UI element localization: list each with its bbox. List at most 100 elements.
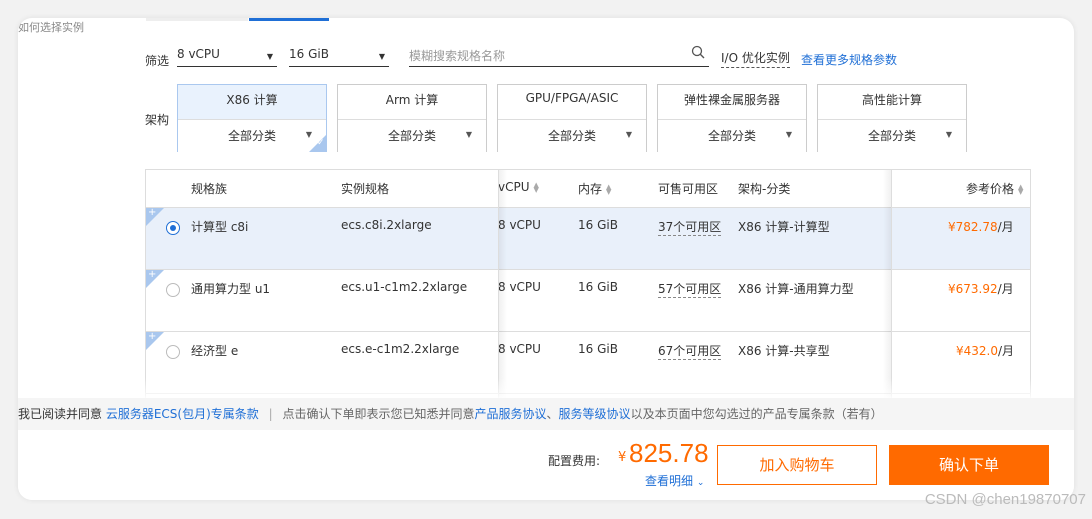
confirm-order-button[interactable]: 确认下单 bbox=[889, 445, 1049, 485]
caret-down-icon: ▼ bbox=[945, 130, 952, 139]
arch-option-title: GPU/FPGA/ASIC bbox=[525, 91, 619, 105]
selected-check-icon bbox=[309, 134, 327, 152]
row-radio[interactable] bbox=[166, 283, 180, 297]
ecs-terms-link[interactable]: 云服务器ECS(包月)专属条款 bbox=[106, 407, 259, 421]
currency-symbol: ¥ bbox=[618, 450, 627, 465]
arch-subcategory-value: 全部分类 bbox=[547, 129, 596, 143]
add-to-cart-button[interactable]: 加入购物车 bbox=[717, 445, 877, 485]
expand-plus-icon[interactable] bbox=[146, 331, 164, 350]
sla-link[interactable]: 服务等级协议 bbox=[559, 407, 631, 421]
cell-memory: 16 GiB bbox=[578, 342, 618, 356]
chevron-down-icon: ⌄ bbox=[696, 478, 705, 488]
cell-spec: ecs.u1-c1m2.2xlarge bbox=[341, 280, 468, 294]
header-spec: 实例规格 bbox=[341, 182, 390, 196]
table-row[interactable]: 计算型 c8i ecs.c8i.2xlarge 8 vCPU 16 GiB 37… bbox=[146, 207, 1030, 269]
cell-family: 通用算力型 u1 bbox=[191, 282, 271, 296]
cell-price-unit: /月 bbox=[998, 344, 1015, 358]
cell-zones[interactable]: 37个可用区 bbox=[658, 218, 722, 236]
agreement-comma: 、 bbox=[546, 407, 559, 421]
price-column-divider bbox=[891, 170, 892, 399]
cell-family: 计算型 c8i bbox=[191, 220, 249, 234]
total-amount: 825.78 bbox=[629, 438, 709, 468]
cost-label: 配置费用: bbox=[548, 454, 601, 468]
cell-family: 经济型 e bbox=[191, 344, 239, 358]
product-agreement-link[interactable]: 产品服务协议 bbox=[475, 407, 547, 421]
io-optimized-label[interactable]: I/O 优化实例 bbox=[721, 49, 790, 68]
watermark: CSDN @chen19870707 bbox=[924, 491, 1086, 508]
agreement-separator: | bbox=[268, 407, 273, 421]
expand-plus-icon[interactable] bbox=[146, 207, 164, 226]
arch-subcategory-value: 全部分类 bbox=[227, 129, 276, 143]
tab-strip bbox=[146, 18, 248, 21]
header-memory-label: 内存 bbox=[578, 182, 603, 196]
more-params-link[interactable]: 查看更多规格参数 bbox=[801, 51, 897, 68]
search-placeholder: 模糊搜索规格名称 bbox=[409, 49, 506, 63]
arch-option-bare-metal[interactable]: 弹性裸金属服务器 全部分类 ▼ bbox=[657, 84, 807, 152]
cell-price-unit: /月 bbox=[997, 220, 1014, 234]
header-arch: 架构-分类 bbox=[738, 182, 791, 196]
view-detail-link[interactable]: 查看明细 ⌄ bbox=[645, 472, 704, 489]
arch-option-x86[interactable]: X86 计算 全部分类 ▼ bbox=[177, 84, 327, 152]
header-zones: 可售可用区 bbox=[658, 182, 719, 196]
header-price-label: 参考价格 bbox=[966, 182, 1015, 196]
arch-option-arm[interactable]: Arm 计算 全部分类 ▼ bbox=[337, 84, 487, 152]
arch-subcategory-value: 全部分类 bbox=[707, 129, 756, 143]
row-radio[interactable] bbox=[166, 345, 180, 359]
agreement-notice: 点击确认下单即表示您已知悉并同意 bbox=[282, 407, 475, 421]
cell-memory: 16 GiB bbox=[578, 280, 618, 294]
caret-down-icon: ▼ bbox=[266, 52, 273, 61]
arch-option-title: X86 计算 bbox=[226, 93, 278, 107]
cell-price-unit: /月 bbox=[997, 282, 1014, 296]
arch-option-hpc[interactable]: 高性能计算 全部分类 ▼ bbox=[817, 84, 967, 152]
header-family: 规格族 bbox=[191, 182, 228, 196]
cell-price: ¥782.78 bbox=[948, 220, 998, 234]
caret-down-icon: ▼ bbox=[785, 130, 792, 139]
cell-zones[interactable]: 57个可用区 bbox=[658, 280, 722, 298]
vcpu-select[interactable]: 8 vCPU ▼ bbox=[177, 45, 277, 67]
checkout-bar: 配置费用: ¥ 825.78 查看明细 ⌄ 加入购物车 确认下单 bbox=[18, 430, 1074, 500]
caret-down-icon: ▼ bbox=[378, 52, 385, 61]
agreement-bar: 我已阅读并同意 云服务器ECS(包月)专属条款 | 点击确认下单即表示您已知悉并… bbox=[18, 398, 1074, 430]
table-row[interactable]: 通用算力型 u1 ecs.u1-c1m2.2xlarge 8 vCPU 16 G… bbox=[146, 269, 1030, 331]
scroll-fade bbox=[18, 378, 1074, 400]
sort-icon: ▲ ▼ bbox=[606, 182, 612, 196]
arch-option-title: 高性能计算 bbox=[861, 93, 922, 107]
agreement-notice-end: 以及本页面中您勾选过的产品专属条款（若有） bbox=[630, 407, 883, 421]
spec-search-input[interactable]: 模糊搜索规格名称 bbox=[409, 45, 709, 67]
arch-option-title: Arm 计算 bbox=[385, 93, 439, 107]
tab-strip-active bbox=[249, 18, 329, 21]
price-column-shadow bbox=[883, 170, 891, 399]
arch-subcategory-value: 全部分类 bbox=[387, 129, 436, 143]
arch-subcategory-value: 全部分类 bbox=[867, 129, 916, 143]
section-title: 如何选择实例 bbox=[18, 21, 84, 34]
arch-subcategory-select[interactable]: 全部分类 ▼ bbox=[818, 119, 966, 152]
arch-subcategory-select[interactable]: 全部分类 ▼ bbox=[498, 119, 646, 152]
cell-zones[interactable]: 67个可用区 bbox=[658, 342, 722, 360]
caret-down-icon: ▼ bbox=[465, 130, 472, 139]
arch-option-gpu[interactable]: GPU/FPGA/ASIC 全部分类 ▼ bbox=[497, 84, 647, 152]
search-icon[interactable] bbox=[691, 45, 705, 59]
row-radio[interactable] bbox=[166, 221, 180, 235]
purchase-card: 如何选择实例 筛选 8 vCPU ▼ 16 GiB ▼ 模糊搜索规格名称 I/O… bbox=[18, 18, 1074, 500]
memory-select[interactable]: 16 GiB ▼ bbox=[289, 45, 389, 67]
memory-select-value: 16 GiB bbox=[289, 47, 329, 61]
instance-table: 规格族 实例规格 vCPU ▲ ▼ 内存 ▲ ▼ 可售可用区 架构-分类 参考价格 ▲ ▼ … bbox=[145, 169, 1031, 399]
cell-spec: ecs.c8i.2xlarge bbox=[341, 218, 432, 232]
cell-arch: X86 计算-通用算力型 bbox=[738, 282, 854, 296]
cell-memory: 16 GiB bbox=[578, 218, 618, 232]
cell-spec: ecs.e-c1m2.2xlarge bbox=[341, 342, 460, 356]
vcpu-select-value: 8 vCPU bbox=[177, 47, 220, 61]
expand-plus-icon[interactable] bbox=[146, 269, 164, 288]
header-memory[interactable]: 内存 ▲ ▼ bbox=[578, 180, 611, 197]
arch-label: 架构 bbox=[145, 113, 170, 127]
sort-icon: ▲ ▼ bbox=[533, 180, 539, 194]
header-price[interactable]: 参考价格 ▲ ▼ bbox=[966, 180, 1023, 197]
view-detail-label: 查看明细 bbox=[645, 474, 694, 488]
agreement-prefix: 我已阅读并同意 bbox=[18, 407, 103, 421]
cell-price: ¥673.92 bbox=[948, 282, 998, 296]
arch-option-title: 弹性裸金属服务器 bbox=[683, 93, 780, 107]
cell-price: ¥432.0 bbox=[956, 344, 998, 358]
arch-subcategory-select[interactable]: 全部分类 ▼ bbox=[658, 119, 806, 152]
arch-subcategory-select[interactable]: 全部分类 ▼ bbox=[338, 119, 486, 152]
arch-subcategory-select[interactable]: 全部分类 ▼ bbox=[178, 119, 326, 152]
